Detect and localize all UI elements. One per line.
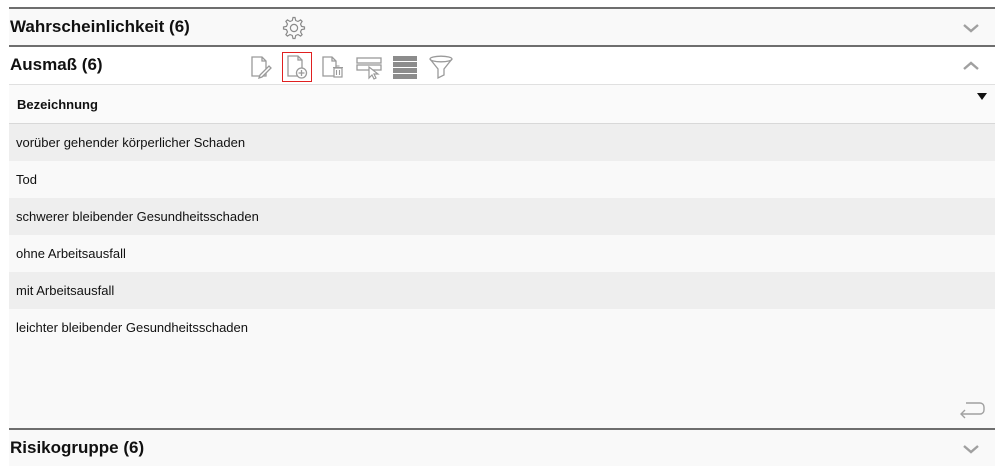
gear-icon[interactable] bbox=[281, 15, 307, 41]
panel-title: Wahrscheinlichkeit (6) bbox=[10, 17, 190, 36]
toolbar bbox=[246, 52, 462, 82]
panel-header[interactable]: Risikogruppe (6) bbox=[9, 428, 995, 466]
table-row[interactable]: schwerer bleibender Gesundheitsschaden bbox=[9, 198, 995, 235]
select-columns-icon bbox=[356, 57, 382, 80]
panel-title: Risikogruppe (6) bbox=[10, 438, 145, 457]
panel-risikogruppe[interactable]: Risikogruppe (6) bbox=[9, 428, 995, 466]
chevron-down-icon[interactable] bbox=[961, 18, 981, 38]
sort-descending-icon[interactable] bbox=[977, 93, 987, 101]
delete-document-icon bbox=[322, 56, 343, 78]
panel-ausmass[interactable]: Ausmaß (6) bbox=[9, 45, 995, 83]
chevron-down-icon[interactable] bbox=[961, 439, 981, 459]
list-view-button[interactable] bbox=[390, 52, 420, 82]
return-icon[interactable] bbox=[959, 400, 985, 422]
filter-button[interactable] bbox=[426, 52, 456, 82]
table-row[interactable]: Tod bbox=[9, 161, 995, 198]
chevron-up-icon[interactable] bbox=[961, 56, 981, 76]
edit-document-icon bbox=[251, 56, 272, 80]
table-row[interactable]: ohne Arbeitsausfall bbox=[9, 235, 995, 272]
panel-title: Ausmaß (6) bbox=[10, 55, 103, 74]
add-document-button[interactable] bbox=[282, 52, 312, 82]
select-columns-button[interactable] bbox=[354, 52, 384, 82]
column-header-bezeichnung[interactable]: Bezeichnung bbox=[17, 97, 98, 112]
filter-icon bbox=[429, 55, 453, 80]
grid-header[interactable]: Bezeichnung bbox=[9, 85, 995, 124]
data-grid: Bezeichnung vorüber gehender körperliche… bbox=[9, 84, 995, 428]
add-document-icon bbox=[287, 55, 308, 79]
edit-document-button[interactable] bbox=[246, 52, 276, 82]
panel-header[interactable]: Ausmaß (6) bbox=[9, 45, 995, 83]
delete-document-button[interactable] bbox=[318, 52, 348, 82]
panel-wahrscheinlichkeit[interactable]: Wahrscheinlichkeit (6) bbox=[9, 7, 995, 45]
list-view-icon bbox=[393, 56, 417, 79]
table-row[interactable]: mit Arbeitsausfall bbox=[9, 272, 995, 309]
table-row[interactable]: vorüber gehender körperlicher Schaden bbox=[9, 124, 995, 161]
table-row[interactable]: leichter bleibender Gesundheitsschaden bbox=[9, 309, 995, 346]
panel-header[interactable]: Wahrscheinlichkeit (6) bbox=[9, 7, 995, 45]
